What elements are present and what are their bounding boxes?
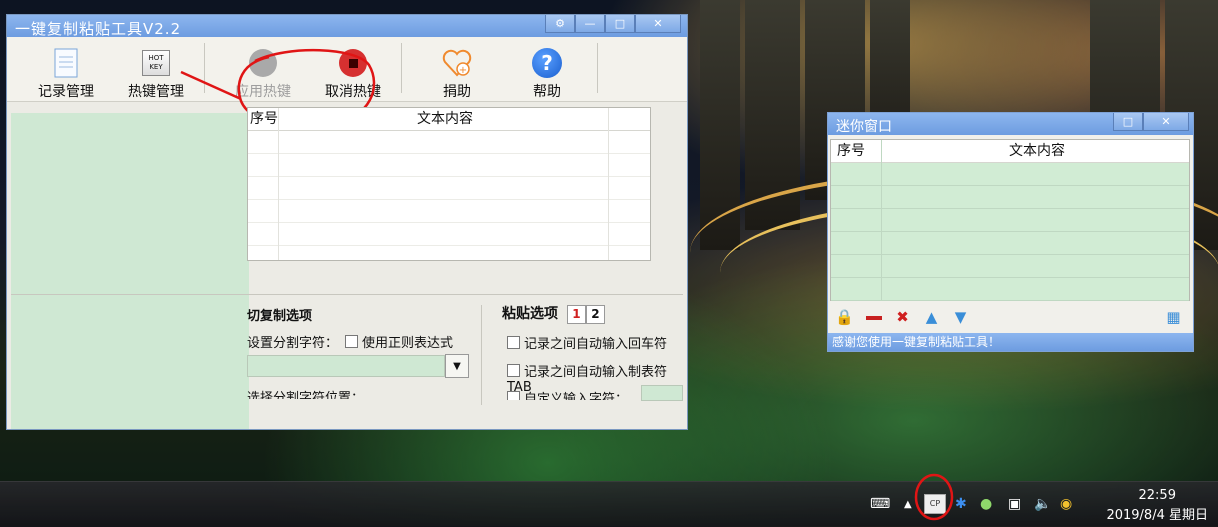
main-title-bar[interactable]: 一键复制粘贴工具V2.2 ⚙ — □ ✕ bbox=[7, 15, 687, 38]
paste-options-heading: 粘贴选项 12 bbox=[502, 303, 605, 324]
table-row[interactable] bbox=[831, 209, 1189, 232]
hotkey-manage-label: 热键管理 bbox=[128, 84, 184, 100]
mini-status-bar: 感谢您使用一键复制粘贴工具！ bbox=[828, 333, 1193, 351]
custom-input-checkbox[interactable]: 自定义输入字符： bbox=[507, 388, 628, 400]
mini-close-button[interactable]: ✕ bbox=[1143, 113, 1189, 131]
divider bbox=[481, 305, 482, 405]
table-row[interactable] bbox=[248, 200, 650, 223]
mini-record-table[interactable]: 序号 文本内容 bbox=[830, 139, 1190, 301]
split-position-label: 选择分割字符位置： bbox=[247, 391, 365, 399]
clock-date: 2019/8/4 星期日 bbox=[1106, 508, 1208, 523]
heart-icon: + bbox=[441, 47, 473, 79]
table-row[interactable] bbox=[831, 278, 1189, 301]
apply-hotkey-button[interactable]: 应用热键 bbox=[225, 39, 301, 100]
status-text: 感谢您使用一键复制粘贴工具！ bbox=[832, 335, 1001, 349]
clock-time: 22:59 bbox=[1138, 488, 1176, 503]
apply-hotkey-icon bbox=[247, 47, 279, 79]
mini-window: 迷你窗口 □ ✕ 序号 文本内容 🔒 ✖ ▲ ▼ ▦ 感谢您使用一键复制粘贴工具… bbox=[827, 112, 1194, 352]
copy-options-heading: 切复制选项 bbox=[247, 309, 313, 324]
cancel-hotkey-label: 取消热键 bbox=[325, 84, 381, 100]
donate-label: 捐助 bbox=[443, 84, 471, 100]
minimize-button[interactable]: — bbox=[575, 15, 605, 33]
help-icon: ? bbox=[531, 47, 563, 79]
security-icon[interactable]: ◉ bbox=[1060, 496, 1072, 512]
maximize-button[interactable]: □ bbox=[605, 15, 635, 33]
tray-expand-icon[interactable]: ▲ bbox=[904, 499, 912, 510]
record-manage-button[interactable]: 记录管理 bbox=[31, 39, 101, 100]
table-row[interactable] bbox=[831, 186, 1189, 209]
regex-label: 使用正则表达式 bbox=[362, 336, 454, 351]
network-icon[interactable]: ▣ bbox=[1008, 496, 1021, 512]
cancel-hotkey-button[interactable]: 取消热键 bbox=[315, 39, 391, 100]
annotation-circle bbox=[914, 473, 954, 521]
keyboard-icon[interactable]: ⌨ bbox=[870, 496, 890, 512]
auto-enter-checkbox[interactable]: 记录之间自动输入回车符 bbox=[507, 333, 667, 352]
record-table[interactable]: 序号 文本内容 bbox=[247, 107, 651, 261]
table-row[interactable] bbox=[248, 154, 650, 177]
auto-enter-label: 记录之间自动输入回车符 bbox=[524, 337, 668, 352]
separator-combo[interactable] bbox=[247, 355, 445, 377]
table-row[interactable] bbox=[831, 255, 1189, 278]
donate-button[interactable]: + 捐助 bbox=[427, 39, 487, 100]
minus-icon[interactable] bbox=[859, 308, 888, 326]
mini-title-bar[interactable]: 迷你窗口 □ ✕ bbox=[828, 113, 1193, 135]
clock[interactable]: 22:59 2019/8/4 星期日 bbox=[1106, 486, 1208, 526]
mini-col-text-header[interactable]: 文本内容 bbox=[887, 140, 1187, 162]
custom-input-field[interactable] bbox=[641, 385, 683, 401]
mini-col-index-header[interactable]: 序号 bbox=[831, 140, 887, 162]
hotkey-icon: HOT KEY bbox=[140, 47, 172, 79]
hotkey-manage-button[interactable]: HOT KEY 热键管理 bbox=[121, 39, 191, 100]
mini-toolbar: 🔒 ✖ ▲ ▼ ▦ bbox=[830, 305, 1188, 329]
main-window-title: 一键复制粘贴工具V2.2 bbox=[15, 20, 182, 38]
col-index-header[interactable]: 序号 bbox=[248, 108, 280, 130]
record-list-pane[interactable] bbox=[11, 113, 249, 429]
table-row[interactable] bbox=[248, 131, 650, 154]
paste-tab-2[interactable]: 2 bbox=[585, 305, 605, 324]
arrow-up-icon[interactable]: ▲ bbox=[917, 308, 946, 326]
arrow-down-icon[interactable]: ▼ bbox=[946, 308, 975, 326]
main-toolbar: 记录管理 HOT KEY 热键管理 应用热键 取消热键 + 捐助 ? 帮助 bbox=[7, 37, 687, 102]
mini-window-title: 迷你窗口 bbox=[836, 119, 892, 135]
table-row[interactable] bbox=[831, 163, 1189, 186]
notepad-icon bbox=[50, 47, 82, 79]
taskbar: ⌨ ▲ CP ✱ ● ▣ 🔈 ◉ 22:59 2019/8/4 星期日 bbox=[0, 473, 1218, 527]
delete-icon[interactable]: ✖ bbox=[888, 308, 917, 326]
custom-input-label: 自定义输入字符： bbox=[524, 392, 629, 400]
svg-text:+: + bbox=[459, 65, 467, 76]
grid-view-icon[interactable]: ▦ bbox=[1159, 308, 1188, 326]
table-row[interactable] bbox=[248, 223, 650, 246]
chevron-down-icon[interactable]: ▼ bbox=[445, 354, 469, 378]
record-manage-label: 记录管理 bbox=[38, 84, 94, 100]
table-row[interactable] bbox=[831, 232, 1189, 255]
bluetooth-icon[interactable]: ✱ bbox=[955, 496, 967, 512]
divider bbox=[11, 294, 683, 295]
main-window: 一键复制粘贴工具V2.2 ⚙ — □ ✕ 记录管理 HOT KEY 热键管理 应… bbox=[6, 14, 688, 430]
paste-options-label: 粘贴选项 bbox=[502, 306, 558, 322]
wechat-icon[interactable]: ● bbox=[980, 496, 992, 512]
volume-icon[interactable]: 🔈 bbox=[1034, 496, 1051, 512]
help-label: 帮助 bbox=[533, 84, 561, 100]
paste-tab-1[interactable]: 1 bbox=[566, 305, 586, 324]
lock-icon[interactable]: 🔒 bbox=[830, 308, 859, 326]
apply-hotkey-label: 应用热键 bbox=[235, 84, 291, 100]
settings-icon[interactable]: ⚙ bbox=[545, 15, 575, 33]
col-text-header[interactable]: 文本内容 bbox=[280, 108, 610, 130]
mini-maximize-button[interactable]: □ bbox=[1113, 113, 1143, 131]
table-row[interactable] bbox=[248, 177, 650, 200]
help-button[interactable]: ? 帮助 bbox=[517, 39, 577, 100]
regex-checkbox[interactable]: 使用正则表达式 bbox=[345, 332, 453, 351]
separator-label: 设置分割字符： bbox=[247, 336, 339, 351]
stop-icon bbox=[337, 47, 369, 79]
close-button[interactable]: ✕ bbox=[635, 15, 681, 33]
hotkey-icon-text: HOT KEY bbox=[142, 50, 170, 76]
